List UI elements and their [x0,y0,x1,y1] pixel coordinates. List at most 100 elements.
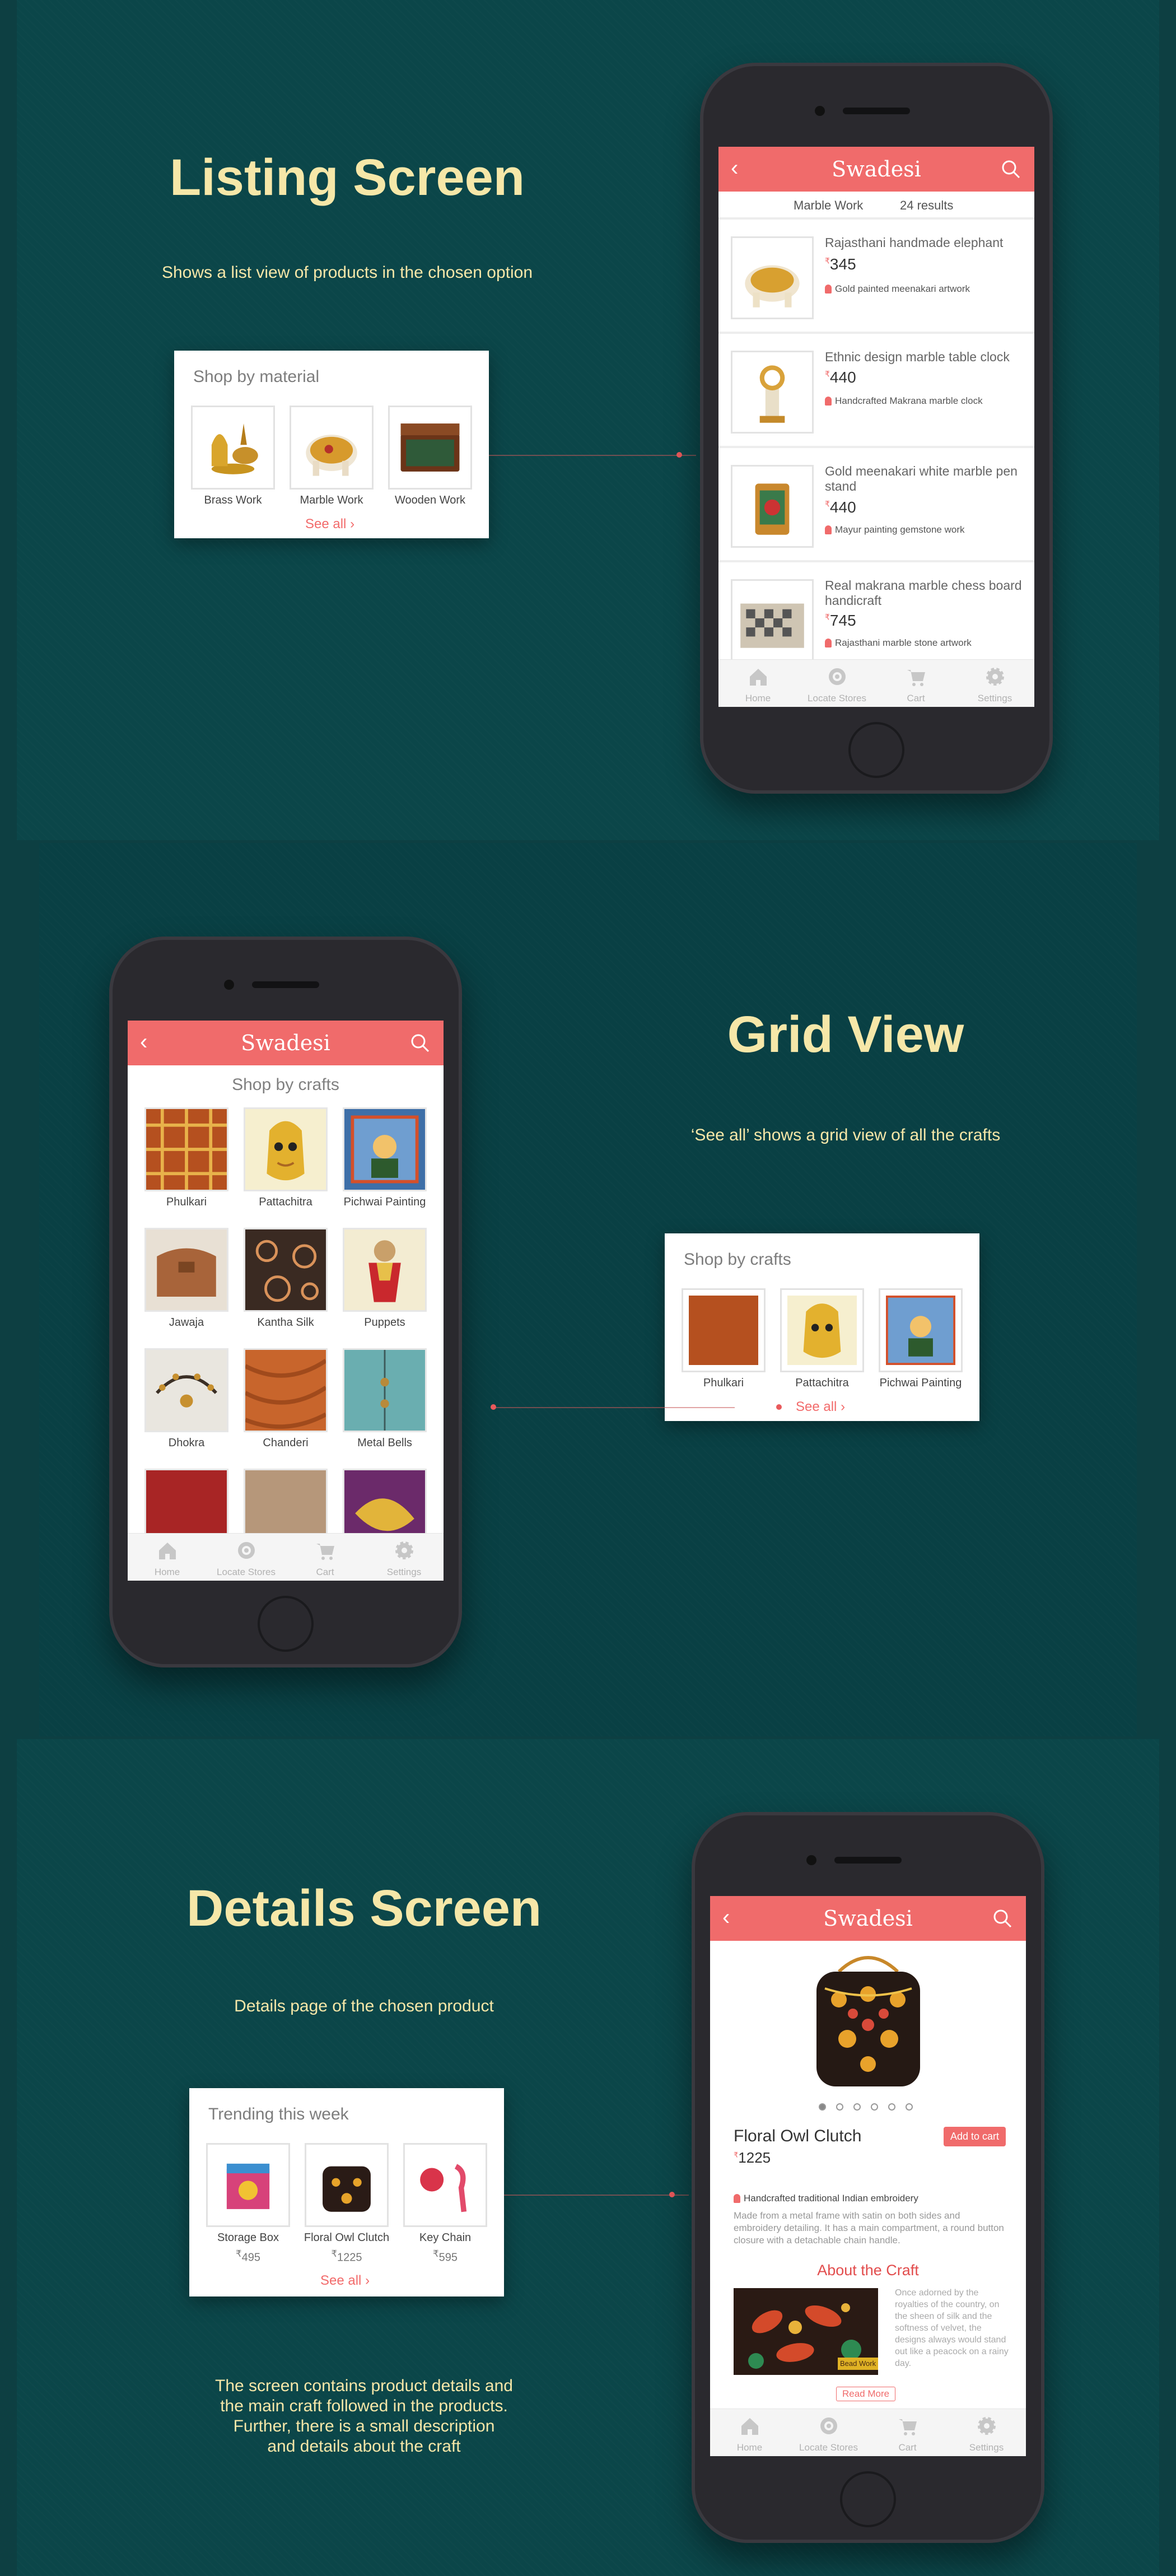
carousel-dot[interactable] [888,2103,895,2111]
key-chain-image [420,2164,467,2212]
tab-label: Home [736,2442,763,2453]
carousel-dot[interactable] [871,2103,878,2111]
tab-locate-stores[interactable]: Locate Stores [789,2415,868,2453]
add-to-cart-button[interactable]: Add to cart [943,2127,1006,2146]
phone-home-button [258,1596,314,1652]
carousel-dot[interactable] [836,2103,843,2111]
tab-label: Settings [969,2442,1004,2453]
details-screen: ‹ Swadesi Floral Owl Clutch ₹1225 Add to… [710,1896,1026,2456]
craft-image [244,1348,328,1432]
grid-headline: Grid View [727,1006,964,1063]
home-icon [158,1543,176,1559]
see-all-link[interactable]: See all › [796,1399,845,1415]
search-icon[interactable] [992,1908,1012,1928]
product-meta: Rajasthani marble stone artwork [825,637,972,649]
carousel-dot[interactable] [906,2103,913,2111]
see-all-label: See all [305,516,347,532]
home-icon [749,669,767,686]
see-all-link[interactable]: See all › [320,2273,370,2289]
trending-card: Trending this week Storage Box ₹495 Flor… [189,2088,504,2296]
tab-settings[interactable]: Settings [947,2415,1026,2453]
product-row[interactable]: Rajasthani handmade elephant ₹345 Gold p… [718,222,1034,334]
tab-home[interactable]: Home [710,2415,789,2453]
thumb-price: ₹1225 [331,2248,362,2264]
tab-home[interactable]: Home [128,1539,207,1578]
material-thumb-marble[interactable] [290,406,374,490]
tab-cart[interactable]: Cart [868,2415,947,2453]
craft-thumb-pattachitra[interactable] [780,1288,864,1372]
badge-icon [734,2194,740,2203]
description-line: The screen contains product details and [215,2377,513,2395]
tab-home[interactable]: Home [718,665,797,704]
search-icon[interactable] [410,1033,430,1053]
brand-logo: Swadesi [823,1906,913,1931]
listing-subtext: Shows a list view of products in the cho… [161,263,533,282]
trending-thumb-storage-box[interactable] [206,2143,290,2227]
connector-dot [776,1404,782,1410]
material-thumb-wooden[interactable] [388,406,472,490]
tab-bar: Home Locate Stores Cart Settings [128,1533,444,1581]
tab-settings[interactable]: Settings [955,665,1034,704]
category-label: Marble Work [794,198,864,212]
details-subtext: Details page of the chosen product [234,1997,494,2015]
craft-image: Bead Work [734,2288,878,2375]
trending-thumb-owl-clutch[interactable] [305,2143,389,2227]
product-meta: Handcrafted traditional Indian embroider… [734,2193,918,2204]
read-more-button[interactable]: Read More [836,2387,896,2401]
craft-cell[interactable]: Phulkari [144,1107,228,1209]
craft-cell[interactable]: Puppets [343,1228,427,1329]
craft-cell[interactable]: Metal Bells [343,1348,427,1450]
craft-cell[interactable]: Kantha Silk [244,1228,328,1329]
locate-icon [820,2417,837,2434]
phone-camera [806,1855,816,1865]
search-icon[interactable] [1001,159,1021,179]
tab-locate-stores[interactable]: Locate Stores [207,1539,286,1578]
phone-details: ‹ Swadesi Floral Owl Clutch ₹1225 Add to… [692,1812,1044,2543]
carousel-dot[interactable] [853,2103,861,2111]
carousel-indicator[interactable] [819,2103,923,2113]
tab-cart[interactable]: Cart [286,1539,365,1578]
craft-cell[interactable]: Pattachitra [244,1107,328,1209]
tab-label: Cart [316,1567,334,1577]
storage-box-image [226,2163,270,2209]
product-description: Made from a metal frame with satin on bo… [734,2210,1004,2246]
tab-locate-stores[interactable]: Locate Stores [797,665,876,704]
brand-logo: Swadesi [832,157,921,181]
thumb-label: Pattachitra [795,1377,849,1389]
listing-section: Listing Screen Shows a list view of prod… [17,0,1159,840]
tab-settings[interactable]: Settings [365,1539,444,1578]
list-header: Marble Work 24 results [718,192,1034,220]
product-image[interactable] [805,1949,931,2092]
tab-cart[interactable]: Cart [876,665,955,704]
product-thumb [731,236,814,319]
phone-speaker [834,1857,902,1864]
product-row[interactable]: Ethnic design marble table clock ₹440 Ha… [718,336,1034,448]
craft-cell[interactable]: Pichwai Painting [343,1107,427,1209]
product-title: Gold meenakari white marble pen stand [825,464,1018,493]
see-all-link[interactable]: See all › [305,516,354,532]
trending-thumb-key-chain[interactable] [403,2143,487,2227]
craft-label: Jawaja [169,1316,204,1329]
phone-camera [815,106,825,116]
connector-dot [669,2192,675,2197]
craft-label: Puppets [364,1316,405,1329]
product-meta: Handcrafted Makrana marble clock [825,395,983,407]
chevron-right-icon: › [350,516,355,532]
craft-thumb-phulkari[interactable] [682,1288,766,1372]
details-description: The screen contains product details and … [157,2376,571,2457]
tab-bar: Home Locate Stores Cart Settings [710,2409,1026,2456]
craft-cell[interactable]: Dhokra [144,1348,228,1450]
product-title: Real makrana marble chess board handicra… [825,578,1022,608]
settings-icon [977,2417,996,2435]
craft-image [144,1228,228,1312]
details-section: Details Screen Details page of the chose… [17,1739,1159,2576]
shop-by-material-card: Shop by material Brass Work Marble Work … [174,351,489,538]
material-thumb-brass[interactable] [191,406,275,490]
craft-cell[interactable]: Jawaja [144,1228,228,1329]
craft-cell[interactable]: Chanderi [244,1348,328,1450]
carousel-dot[interactable] [819,2103,826,2111]
product-row[interactable]: Gold meenakari white marble pen stand ₹4… [718,450,1034,562]
craft-thumb-pichwai[interactable] [879,1288,963,1372]
marble-work-image [306,435,357,476]
locate-icon [828,668,846,685]
